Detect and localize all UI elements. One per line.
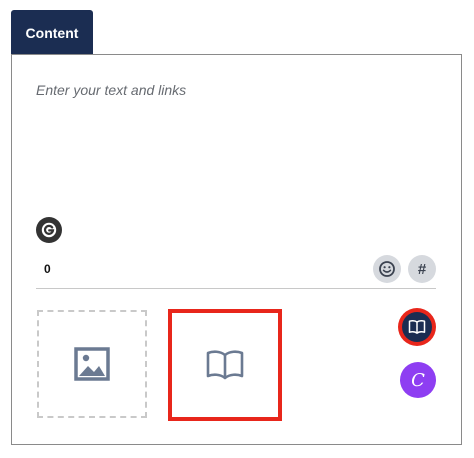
emoji-button[interactable] xyxy=(373,255,401,283)
grammarly-g-icon xyxy=(41,222,57,238)
add-image-slot[interactable] xyxy=(37,310,147,418)
smiley-icon xyxy=(379,261,395,277)
open-book-icon xyxy=(408,320,426,334)
character-count: 0 xyxy=(44,262,51,276)
hashtag-icon: # xyxy=(417,260,427,278)
image-icon xyxy=(74,347,110,381)
add-story-slot[interactable] xyxy=(168,309,282,421)
open-book-icon xyxy=(206,350,244,380)
tab-content[interactable]: Content xyxy=(11,10,93,55)
hashtag-button[interactable]: # xyxy=(408,255,436,283)
text-input[interactable]: Enter your text and links xyxy=(36,82,186,98)
canva-button[interactable]: C xyxy=(400,362,436,398)
tab-content-label: Content xyxy=(25,24,79,41)
divider xyxy=(36,288,436,289)
grammarly-icon[interactable] xyxy=(36,217,62,243)
story-button-inner xyxy=(402,312,432,342)
canva-c-icon: C xyxy=(411,369,425,391)
story-button[interactable] xyxy=(398,308,436,346)
